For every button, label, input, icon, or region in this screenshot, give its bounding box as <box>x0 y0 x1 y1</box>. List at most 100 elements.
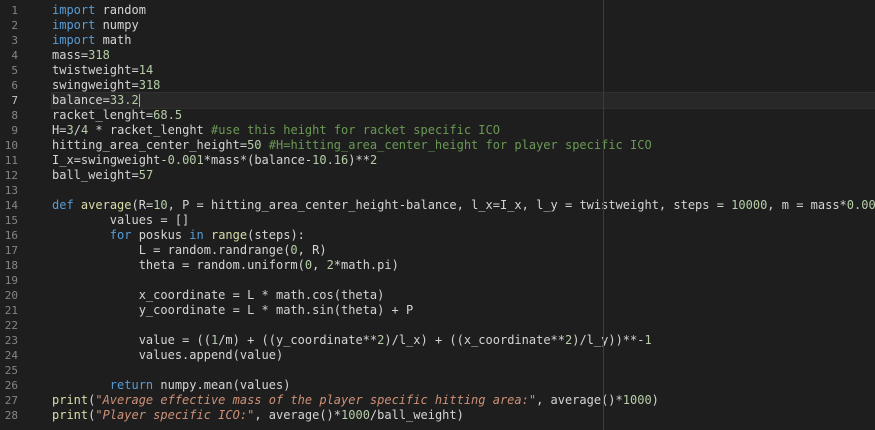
line-number: 8 <box>11 109 18 122</box>
code-token: hitting_area_center_height <box>52 138 240 152</box>
code-token: values = [] <box>52 213 190 227</box>
code-line[interactable]: return numpy.mean(values) <box>52 378 875 393</box>
code-token: print <box>52 408 89 422</box>
code-token: , P = hitting_area_center_height-balance… <box>167 198 732 212</box>
code-token: , average()* <box>254 408 342 422</box>
text-cursor <box>138 94 140 107</box>
line-number: 17 <box>4 244 18 257</box>
code-line[interactable]: racket_lenght=68.5 <box>52 108 875 123</box>
line-number: 13 <box>4 184 18 197</box>
code-token: 0.001 <box>167 153 204 167</box>
code-token: swingweight- <box>80 153 168 167</box>
code-token: "Average effective mass of the player sp… <box>95 393 537 407</box>
code-token: theta = random.uniform( <box>52 258 305 272</box>
code-token: *math.pi) <box>333 258 399 272</box>
code-token: 1000 <box>341 408 370 422</box>
code-token: import <box>52 33 96 47</box>
code-token: balance <box>52 93 103 107</box>
code-line[interactable] <box>52 363 875 378</box>
code-token: math <box>95 33 132 47</box>
code-line[interactable] <box>52 318 875 333</box>
code-line[interactable]: twistweight=14 <box>52 63 875 78</box>
code-token: import <box>52 18 96 32</box>
code-token: / <box>73 123 81 137</box>
line-number: 12 <box>4 169 18 182</box>
code-line[interactable]: value = ((1/m) + ((y_coordinate**2)/l_x)… <box>52 333 875 348</box>
line-number: 9 <box>11 124 18 137</box>
code-token: 14 <box>138 63 154 77</box>
code-token: #H=hitting_area_center_height for player… <box>268 138 652 152</box>
code-token: values.append(value) <box>52 348 284 362</box>
code-token: in <box>189 228 204 242</box>
code-token: 0 <box>290 243 298 257</box>
line-number: 24 <box>4 349 18 362</box>
code-token: 10000 <box>731 198 768 212</box>
code-token: , m = mass* <box>767 198 847 212</box>
line-number: 4 <box>11 49 18 62</box>
code-area[interactable]: import random import numpy import math mass… <box>51 3 875 423</box>
code-token: *mass*(balance- <box>203 153 313 167</box>
code-token: = <box>131 63 139 77</box>
code-line[interactable]: theta = random.uniform(0, 2*math.pi) <box>52 258 875 273</box>
code-line[interactable]: hitting_area_center_height=50 #H=hitting… <box>52 138 875 153</box>
code-line[interactable]: values.append(value) <box>52 348 875 363</box>
code-token: for <box>109 228 132 242</box>
code-token: = <box>131 168 139 182</box>
code-token: I_x <box>52 153 74 167</box>
line-number-gutter: 1 2 3 4 5 6 7 8 9 10 11 12 13 14 15 16 17 18 19 20 21 22 23 24 2… <box>0 3 44 423</box>
code-line[interactable]: values = [] <box>52 213 875 228</box>
line-number: 27 <box>4 394 18 407</box>
code-editor[interactable]: 1 2 3 4 5 6 7 8 9 10 11 12 13 14 15 16 17 18 19 20 21 22 23 24 2… <box>0 0 875 430</box>
code-token: 50 <box>247 138 262 152</box>
code-line[interactable]: mass=318 <box>52 48 875 63</box>
code-token: value = (( <box>52 333 211 347</box>
code-line[interactable]: print("Average effective mass of the pla… <box>52 393 875 408</box>
code-token: print <box>52 393 89 407</box>
code-line-active[interactable]: balance=33.2 <box>51 92 875 109</box>
code-token: 3 <box>66 123 74 137</box>
code-line[interactable]: I_x=swingweight-0.001*mass*(balance-10.1… <box>52 153 875 168</box>
line-number: 6 <box>11 79 18 92</box>
line-number: 23 <box>4 334 18 347</box>
code-token: "Player specific ICO:" <box>95 408 255 422</box>
code-line[interactable]: L = random.randrange(0, R) <box>52 243 875 258</box>
code-line[interactable]: for poskus in range(steps): <box>52 228 875 243</box>
code-token: 318 <box>138 78 161 92</box>
code-line[interactable]: ball_weight=57 <box>52 168 875 183</box>
code-line[interactable]: import numpy <box>52 18 875 33</box>
code-line[interactable]: y_coordinate = L * math.sin(theta) + P <box>52 303 875 318</box>
code-token: 2 <box>326 258 334 272</box>
line-number: 10 <box>4 139 18 152</box>
code-line[interactable]: print("Player specific ICO:", average()*… <box>52 408 875 423</box>
line-number: 16 <box>4 229 18 242</box>
code-token: swingweight <box>52 78 132 92</box>
line-number: 7 <box>11 94 18 107</box>
line-number: 28 <box>4 409 18 422</box>
code-token: /m) + ((y_coordinate** <box>218 333 378 347</box>
code-token: poskus <box>131 228 190 242</box>
code-line[interactable]: import math <box>52 33 875 48</box>
code-token: = <box>239 138 248 152</box>
code-line[interactable] <box>52 273 875 288</box>
code-line[interactable]: H=3/4 * racket_lenght #use this height f… <box>52 123 875 138</box>
code-token: racket_lenght <box>52 108 146 122</box>
code-line[interactable]: swingweight=318 <box>52 78 875 93</box>
line-number: 15 <box>4 214 18 227</box>
code-token: = <box>131 78 139 92</box>
line-number: 11 <box>4 154 18 167</box>
line-number: 26 <box>4 379 18 392</box>
line-number: 19 <box>4 274 18 287</box>
line-number: 18 <box>4 259 18 272</box>
code-line[interactable]: def average(R=10, P = hitting_area_cente… <box>52 198 875 213</box>
line-number: 2 <box>11 19 18 32</box>
code-line[interactable] <box>52 183 875 198</box>
line-number: 1 <box>11 4 18 17</box>
code-token: 2 <box>369 153 378 167</box>
code-line[interactable]: x_coordinate = L * math.cos(theta) <box>52 288 875 303</box>
code-token: ) <box>651 393 659 407</box>
code-line[interactable]: import random <box>52 3 875 18</box>
line-number: 25 <box>4 364 18 377</box>
